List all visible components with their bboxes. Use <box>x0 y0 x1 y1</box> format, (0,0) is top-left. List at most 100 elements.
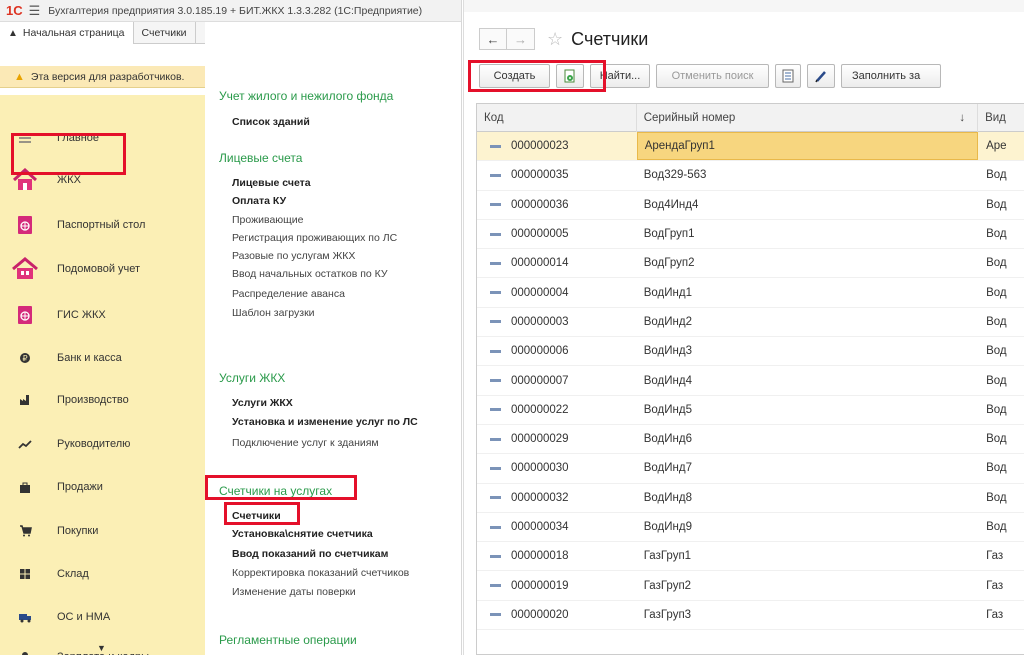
table-row[interactable]: 000000036 Вод4Инд4 Вод <box>477 191 1024 220</box>
houses-icon <box>10 257 40 281</box>
cell-code: 000000005 <box>477 220 637 248</box>
menu-link[interactable]: Шаблон загрузки <box>232 307 315 319</box>
cell-code: 000000020 <box>477 601 637 629</box>
cell-kind: Газ <box>978 571 1024 599</box>
cell-kind: Вод <box>978 366 1024 394</box>
menu-section-title: Лицевые счета <box>219 151 303 165</box>
tab-home[interactable]: ▲ Начальная страница <box>0 22 134 44</box>
main-menu-icon[interactable]: ☰ <box>29 3 41 19</box>
column-kind[interactable]: Вид <box>978 104 1024 132</box>
edit-button[interactable] <box>807 64 835 88</box>
table-row[interactable]: 000000035 Вод329-563 Вод <box>477 161 1024 191</box>
table-row[interactable]: 000000004 ВодИнд1 Вод <box>477 278 1024 308</box>
menu-link[interactable]: Список зданий <box>232 116 310 128</box>
cell-kind: Вод <box>978 161 1024 189</box>
chevron-down-icon[interactable]: ▼ <box>97 643 106 653</box>
serial-text: ВодИнд7 <box>643 462 692 475</box>
cancel-search-button[interactable]: Отменить поиск <box>656 64 769 88</box>
table-row[interactable]: 000000018 ГазГруп1 Газ <box>477 542 1024 572</box>
code-text: 000000006 <box>511 345 569 358</box>
table-row[interactable]: 000000029 ВодИнд6 Вод <box>477 425 1024 455</box>
item-marker-icon <box>490 525 501 529</box>
sidebar-item-label: Производство <box>57 394 129 406</box>
sidebar-item[interactable]: Продажи <box>0 465 205 509</box>
list-settings-button[interactable] <box>775 64 801 88</box>
counters-table: Код Серийный номер ↓ Вид 000000023 Аренда… <box>476 103 1024 655</box>
menu-link[interactable]: Распределение аванса <box>232 288 345 300</box>
column-serial[interactable]: Серийный номер ↓ <box>637 104 979 132</box>
table-row[interactable]: 000000034 ВодИнд9 Вод <box>477 513 1024 543</box>
code-text: 000000019 <box>511 579 569 592</box>
sidebar-item[interactable]: Склад <box>0 552 205 596</box>
bag-icon <box>10 481 40 494</box>
table-row[interactable]: 000000007 ВодИнд4 Вод <box>477 366 1024 396</box>
sidebar-item-label: Склад <box>57 568 89 580</box>
menu-link[interactable]: Изменение даты поверки <box>232 586 356 598</box>
item-marker-icon <box>490 408 501 412</box>
warning-icon: ▲ <box>14 70 25 83</box>
menu-link[interactable]: Услуги ЖКХ <box>232 397 293 409</box>
table-row[interactable]: 000000005 ВодГруп1 Вод <box>477 220 1024 250</box>
sidebar-item[interactable]: Покупки <box>0 509 205 553</box>
menu-link[interactable]: Оплата КУ <box>232 195 286 207</box>
menu-link[interactable]: Ввод показаний по счетчикам <box>232 548 388 560</box>
sidebar-item[interactable]: ГИС ЖКХ <box>0 293 205 337</box>
sidebar-item[interactable]: Производство <box>0 378 205 422</box>
sidebar-item[interactable]: Подомовой учет <box>0 247 205 291</box>
item-marker-icon <box>490 379 501 383</box>
menu-link[interactable]: Разовые по услугам ЖКХ <box>232 250 355 262</box>
table-row[interactable]: 000000022 ВодИнд5 Вод <box>477 396 1024 425</box>
serial-text: ГазГруп2 <box>643 579 692 592</box>
1c-logo[interactable]: 1С <box>6 3 23 18</box>
globe-book-icon <box>10 215 40 235</box>
counters-link-highlight-box <box>224 502 300 525</box>
cell-kind: Вод <box>978 308 1024 336</box>
cart-icon <box>10 525 40 537</box>
table-row[interactable]: 000000014 ВодГруп2 Вод <box>477 249 1024 279</box>
table-row[interactable]: 000000020 ГазГруп3 Газ <box>477 601 1024 631</box>
code-text: 000000005 <box>511 228 569 241</box>
menu-link[interactable]: Подключение услуг к зданиям <box>232 437 379 449</box>
sidebar-item[interactable]: Руководителю <box>0 422 205 466</box>
cell-code: 000000018 <box>477 542 637 570</box>
table-row[interactable]: 000000023 АрендаГруп1 Аре <box>477 132 1024 162</box>
table-row[interactable]: 000000006 ВодИнд3 Вод <box>477 337 1024 367</box>
cell-code: 000000004 <box>477 278 637 306</box>
serial-text: Вод329-563 <box>643 169 707 182</box>
create-highlight-box <box>468 60 606 92</box>
menu-link[interactable]: Корректировка показаний счетчиков <box>232 567 409 579</box>
column-code[interactable]: Код <box>477 104 637 132</box>
menu-link[interactable]: Установка и изменение услуг по ЛС <box>232 416 418 428</box>
menu-link[interactable]: Лицевые счета <box>232 177 311 189</box>
code-text: 000000029 <box>511 433 569 446</box>
sidebar-item[interactable]: ₽ Банк и касса <box>0 336 205 380</box>
sidebar-item[interactable]: ОС и НМА <box>0 595 205 639</box>
fill-button[interactable]: Заполнить за <box>841 64 941 88</box>
table-row[interactable]: 000000030 ВодИнд7 Вод <box>477 454 1024 484</box>
item-marker-icon <box>490 496 501 500</box>
cell-serial: ГазГруп1 <box>637 542 978 570</box>
cell-serial: АрендаГруп1 <box>636 132 979 161</box>
menu-section-title: Услуги ЖКХ <box>219 371 286 385</box>
favorite-star-icon[interactable]: ☆ <box>547 29 563 50</box>
item-marker-icon <box>490 584 501 588</box>
table-row[interactable]: 000000032 ВодИнд8 Вод <box>477 484 1024 513</box>
cell-code: 000000034 <box>477 513 637 541</box>
tab-counters[interactable]: Счетчики <box>134 22 196 44</box>
table-row[interactable]: 000000003 ВодИнд2 Вод <box>477 308 1024 338</box>
document-icon <box>782 69 794 83</box>
svg-text:₽: ₽ <box>22 354 27 363</box>
dev-version-warning[interactable]: ▲ Эта версия для разработчиков. <box>0 66 205 88</box>
sidebar-item[interactable]: Паспортный стол <box>0 203 205 247</box>
back-arrow-icon: ← <box>486 31 500 47</box>
coin-icon: ₽ <box>10 352 40 364</box>
menu-link[interactable]: Регистрация проживающих по ЛС <box>232 232 397 244</box>
menu-link[interactable]: Установка\снятие счетчика <box>232 528 373 540</box>
menu-link[interactable]: Ввод начальных остатков по КУ <box>232 268 388 280</box>
cell-serial: ВодИнд8 <box>637 484 978 512</box>
forward-button[interactable]: → <box>507 28 535 50</box>
sidebar-item-label: Банк и касса <box>57 352 122 364</box>
back-button[interactable]: ← <box>479 28 507 50</box>
menu-link[interactable]: Проживающие <box>232 214 304 226</box>
table-row[interactable]: 000000019 ГазГруп2 Газ <box>477 571 1024 601</box>
